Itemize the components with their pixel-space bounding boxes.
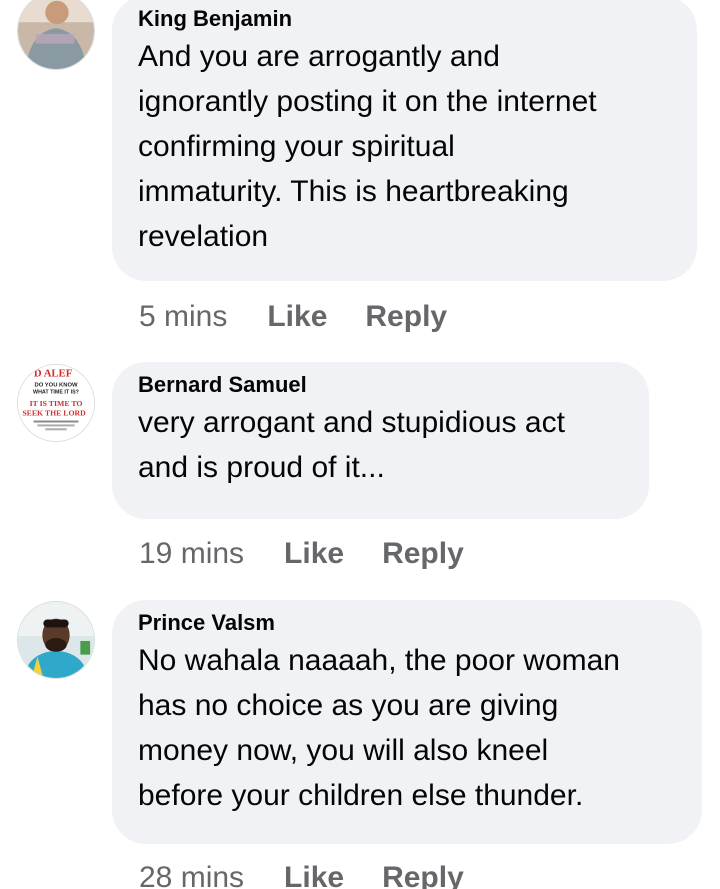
avatar-logo-line3: WHAT TIME IT IS?: [33, 389, 79, 395]
avatar[interactable]: [17, 0, 95, 70]
reply-button[interactable]: Reply: [382, 858, 464, 889]
comment-author[interactable]: King Benjamin: [138, 4, 673, 34]
reply-button[interactable]: Reply: [382, 534, 464, 574]
comment-timestamp[interactable]: 5 mins: [139, 297, 227, 337]
comment-author[interactable]: Bernard Samuel: [138, 370, 625, 400]
comment-actions: 28 mins Like Reply: [139, 858, 464, 889]
like-button[interactable]: Like: [284, 858, 344, 889]
comment-bubble: King Benjamin And you are arrogantly and…: [112, 0, 697, 281]
comment-author[interactable]: Prince Valsm: [138, 608, 678, 638]
avatar-logo-line5: SEEK THE LORD: [22, 409, 86, 418]
avatar-logo: D ALEF DO YOU KNOW WHAT TIME IT IS? IT I…: [18, 365, 94, 441]
avatar-photo: [18, 602, 94, 678]
avatar-logo-line4: IT IS TIME TO: [30, 399, 83, 408]
like-button[interactable]: Like: [267, 297, 327, 337]
like-button[interactable]: Like: [284, 534, 344, 574]
comment-text: No wahala naaaah, the poor woman has no …: [138, 644, 620, 812]
comment-actions: 19 mins Like Reply: [139, 534, 464, 574]
comment-timestamp[interactable]: 28 mins: [139, 858, 244, 889]
avatar[interactable]: D ALEF DO YOU KNOW WHAT TIME IT IS? IT I…: [17, 364, 95, 442]
avatar[interactable]: [17, 601, 95, 679]
comment-bubble: Bernard Samuel very arrogant and stupidi…: [112, 362, 649, 519]
avatar-logo-line2: DO YOU KNOW: [35, 382, 78, 388]
comment-actions: 5 mins Like Reply: [139, 297, 447, 337]
comment-text: very arrogant and stupidious act and is …: [138, 406, 565, 484]
avatar-logo-line1: D ALEF: [34, 368, 73, 380]
comment-feed: King Benjamin And you are arrogantly and…: [0, 0, 720, 889]
comment-bubble: Prince Valsm No wahala naaaah, the poor …: [112, 600, 702, 844]
comment-text: And you are arrogantly and ignorantly po…: [138, 40, 597, 253]
avatar-photo: [18, 0, 94, 69]
reply-button[interactable]: Reply: [365, 297, 447, 337]
comment-timestamp[interactable]: 19 mins: [139, 534, 244, 574]
